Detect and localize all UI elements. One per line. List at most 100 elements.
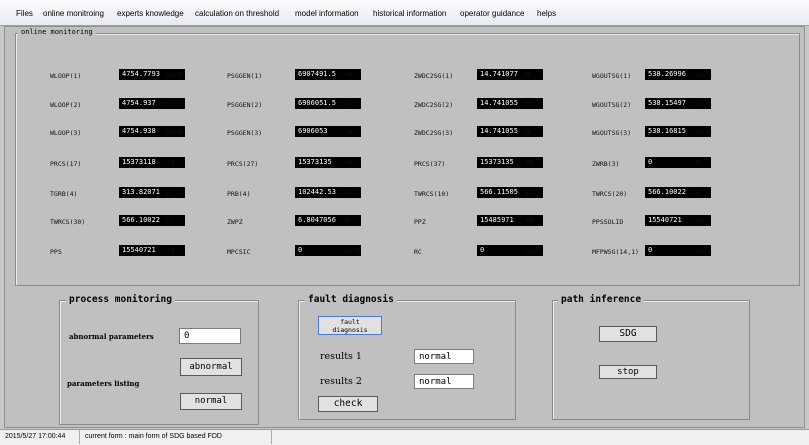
param-unit: K [167,217,171,225]
param-label: PSGGEN(2) [227,101,263,109]
menu-bar: Files online monitroing experts knowledg… [0,0,809,26]
fault-diagnosis-button-line2: diagnosis [332,326,368,334]
main-form: online monitoring WLOOP(1) 4754.7793 KG/S P… [4,26,805,428]
param-unit: KG/S [167,100,183,108]
param-label: WLOOP(2) [50,101,82,109]
status-bar: 2015/5/27 17:00:44 current form : main f… [0,429,809,445]
param-label: PRB(4) [227,190,251,198]
param-label: WGOUTSG(1) [592,72,632,80]
param-unit: PA [345,100,353,108]
param-unit: KG/S [696,71,712,79]
param-unit: PA [167,247,175,255]
param-unit: M [526,100,530,108]
param-label: MFPWSG(14,1) [592,248,639,256]
param-label: PPSSOLID [592,218,624,226]
online-monitoring-title: online monitoring [18,28,96,36]
param-unit: Gy/h [526,247,542,255]
param-label: PPS [50,248,62,256]
results-2-value: normal [414,374,474,389]
status-datetime: 2015/5/27 17:00:44 [2,430,80,444]
param-unit: K [167,189,171,197]
param-unit: Gy/h [696,247,712,255]
stop-button[interactable]: stop [599,365,657,379]
menu-online-monitoring[interactable]: online monitroing [43,9,104,18]
menu-operator-guidance[interactable]: operator guidance [460,9,525,18]
param-label: TWRCS(20) [592,190,628,198]
menu-calculation-on-threshold[interactable]: calculation on threshold [195,9,279,18]
param-unit: KG/S [696,128,712,136]
param-unit: PA [526,159,534,167]
param-unit: PA [345,159,353,167]
param-label: TGRB(4) [50,190,78,198]
parameters-listing-label: parameters listing [67,379,140,388]
param-unit: K [696,189,700,197]
param-unit: KG/S [696,100,712,108]
menu-historical-information[interactable]: historical information [373,9,446,18]
param-label: WGOUTSG(2) [592,101,632,109]
param-label: RC [414,248,422,256]
results-1-value: normal [414,349,474,364]
results-1-label: results 1 [320,351,362,362]
param-value: 14.741077 [477,69,543,80]
check-button[interactable]: check [318,396,378,412]
param-value: 6.8047056 [295,215,361,226]
param-label: ZWRB(3) [592,160,620,168]
param-label: TWRCS(30) [50,218,86,226]
param-unit: PA [526,217,534,225]
status-current-form: current form : main form of SDG based FD… [82,430,272,444]
param-unit: M [696,159,700,167]
param-label: PRCS(37) [414,160,446,168]
param-unit: PA [167,159,175,167]
param-label: WLOOP(1) [50,72,82,80]
param-unit: Gy/h [345,247,361,255]
param-label: PPZ [414,218,426,226]
param-label: ZWDC2SG(1) [414,72,454,80]
param-label: WLOOP(3) [50,129,82,137]
param-unit: M [345,217,349,225]
param-value: 14.741055 [477,126,543,137]
param-label: PSGGEN(3) [227,129,263,137]
param-label: PRCS(17) [50,160,82,168]
param-unit: PA [345,71,353,79]
process-monitoring-title: process monitoring [66,294,175,305]
param-unit: M [526,71,530,79]
abnormal-parameters-label: abnormal parameters [69,332,154,341]
param-unit: K [526,189,530,197]
param-label: TWRCS(10) [414,190,450,198]
param-unit: M [526,128,530,136]
param-label: MPCSIC [227,248,251,256]
param-label: ZWDC2SG(2) [414,101,454,109]
fault-diagnosis-title: fault diagnosis [305,294,397,305]
param-value: 566.10022 [119,215,185,226]
param-label: ZWDC2SG(3) [414,129,454,137]
sdg-button[interactable]: SDG [599,326,657,342]
param-value: 566.11505 [477,187,543,198]
param-unit: KG/S [167,71,183,79]
path-inference-group: path inference [552,294,750,420]
results-2-label: results 2 [320,376,362,387]
menu-model-information[interactable]: model information [295,9,359,18]
normal-button[interactable]: normal [180,393,242,410]
path-inference-title: path inference [558,294,645,305]
param-unit: PA [345,189,353,197]
param-label: PSGGEN(1) [227,72,263,80]
param-unit: KG/S [167,128,183,136]
param-value: 313.82071 [119,187,185,198]
param-unit: PA [345,128,353,136]
param-label: WGOUTSG(3) [592,129,632,137]
param-label: PRCS(27) [227,160,259,168]
menu-helps[interactable]: helps [537,9,556,18]
fault-diagnosis-button-line1: fault [340,318,360,326]
param-label: ZWPZ [227,218,243,226]
param-value: 15540721 [119,245,185,256]
menu-files[interactable]: Files [16,9,33,18]
param-value: 566.10022 [645,187,711,198]
fault-diagnosis-button[interactable]: fault diagnosis [318,316,382,335]
param-value: 0 [645,157,711,168]
param-value: 14.741055 [477,98,543,109]
menu-experts-knowledge[interactable]: experts knowledge [117,9,184,18]
abnormal-button[interactable]: abnormal [180,358,242,376]
param-unit: PA [696,217,704,225]
param-value: 15373118 [119,157,185,168]
abnormal-parameters-count: 0 [179,328,241,344]
